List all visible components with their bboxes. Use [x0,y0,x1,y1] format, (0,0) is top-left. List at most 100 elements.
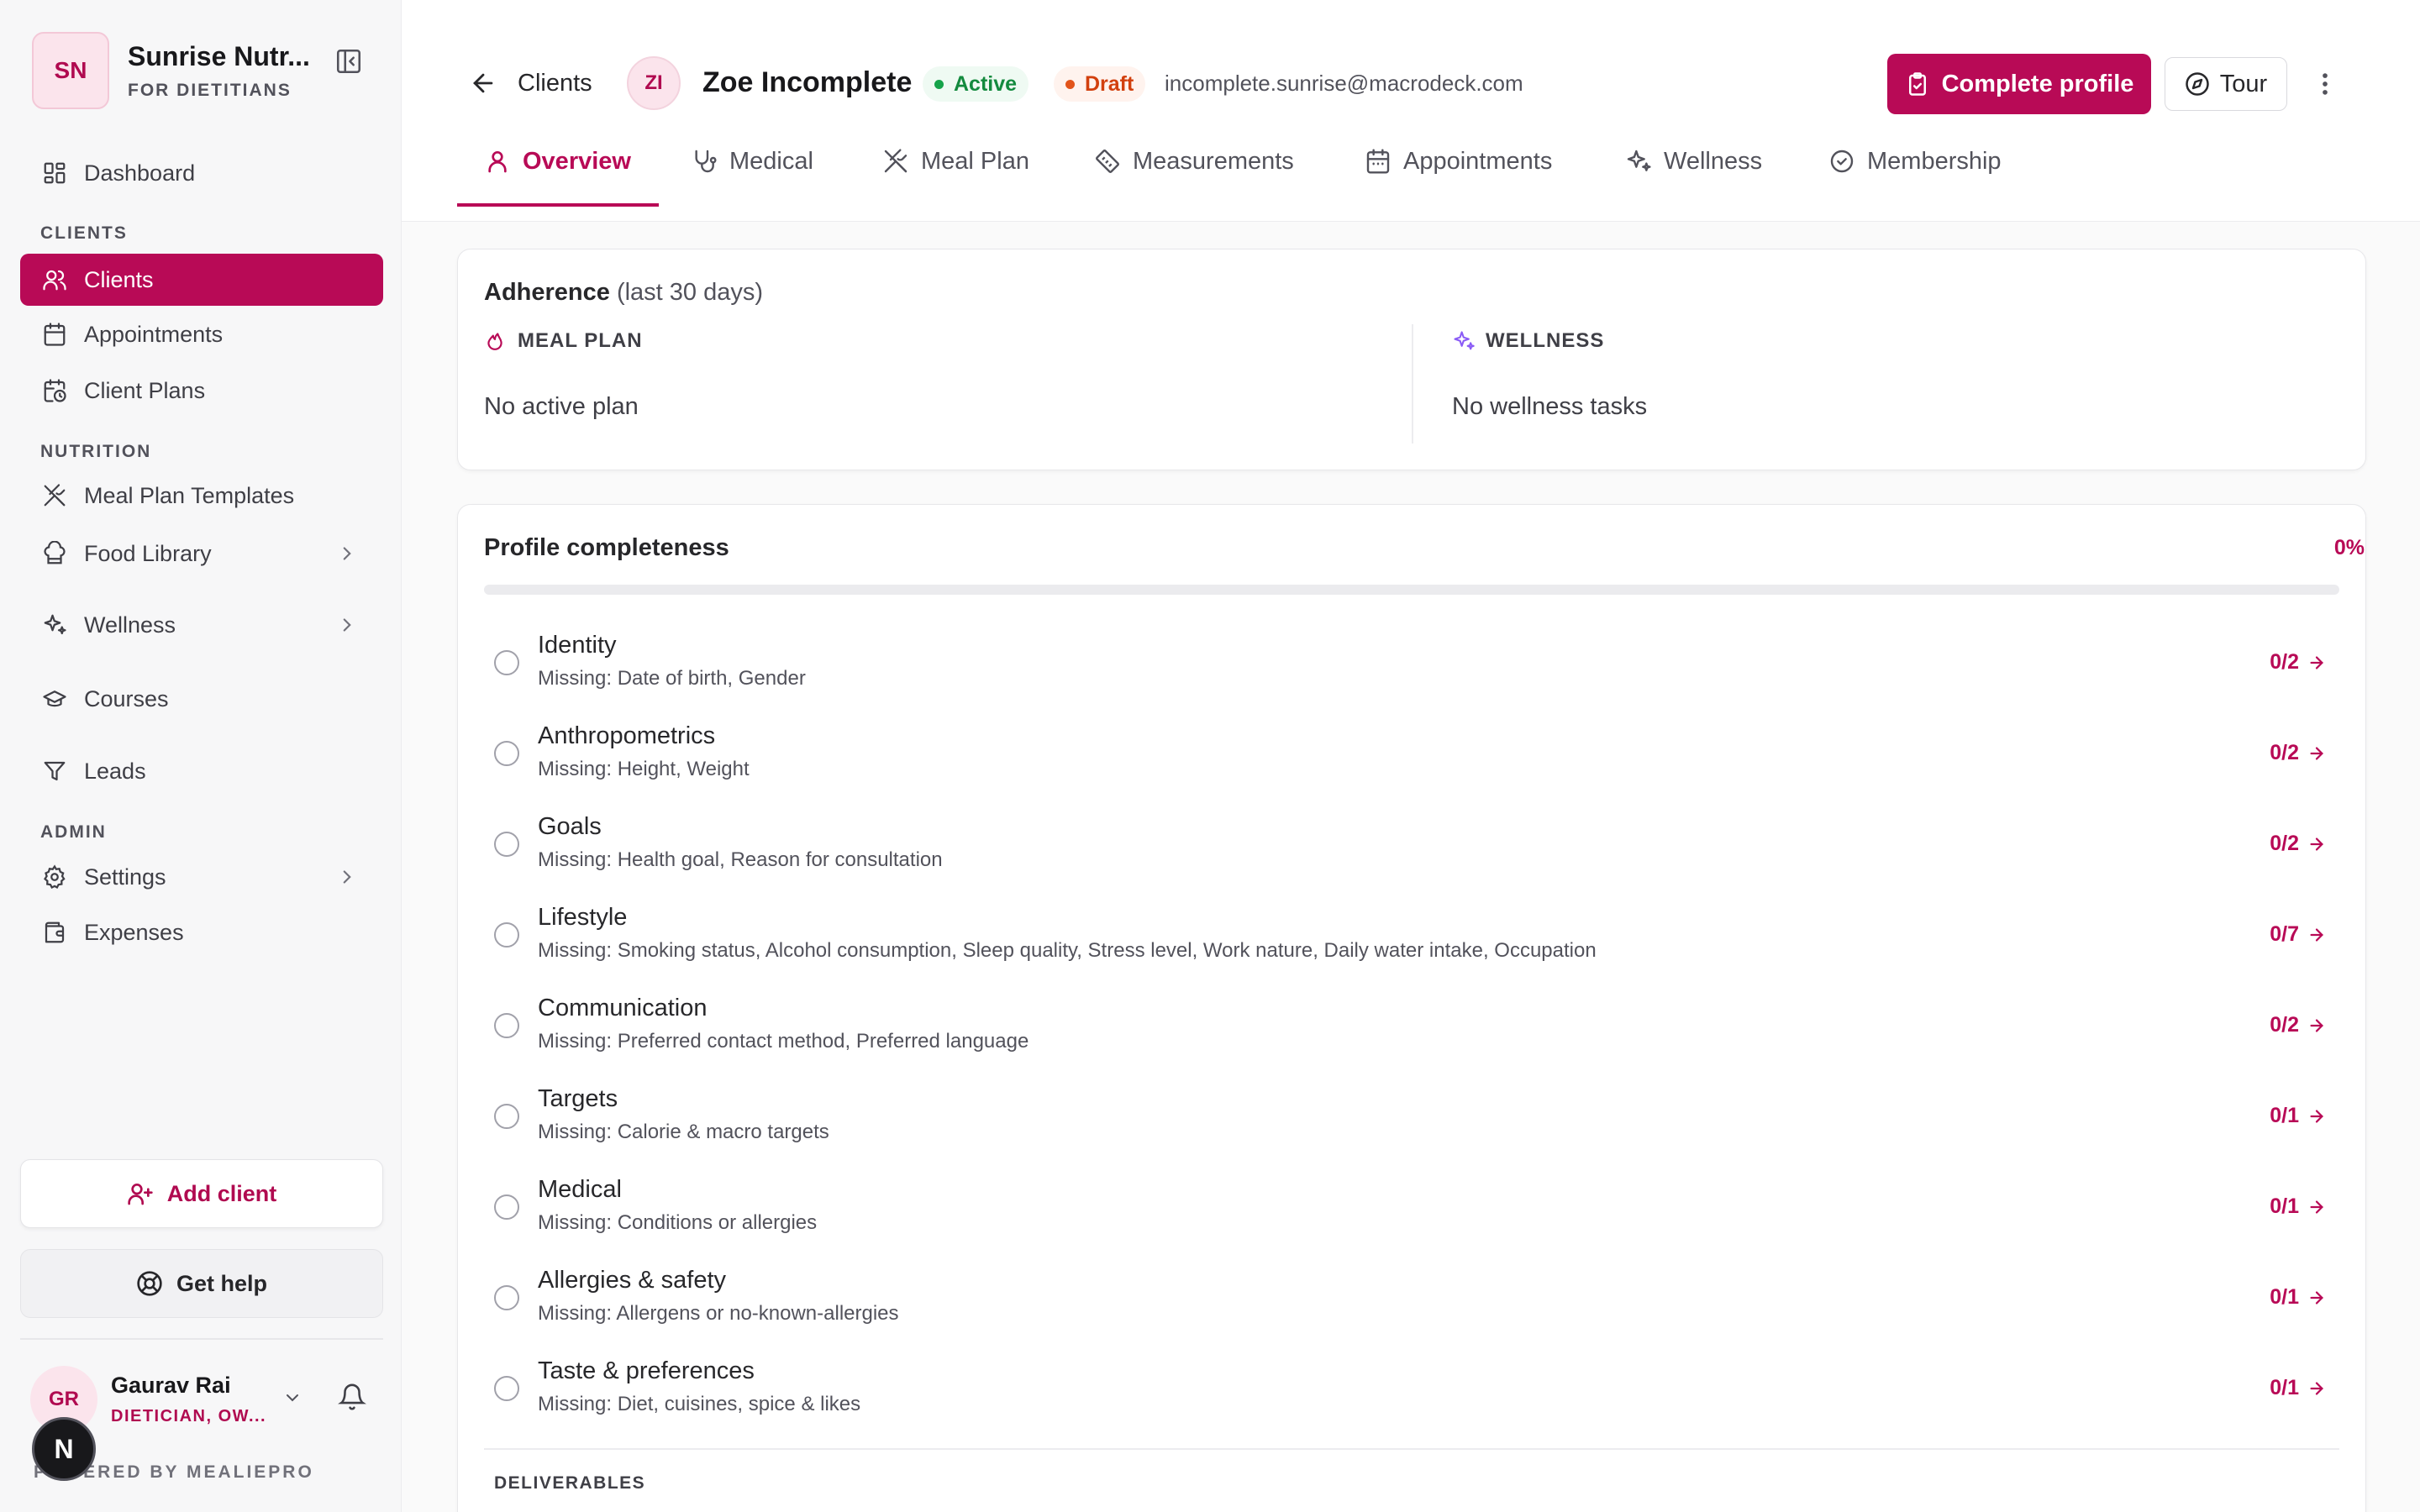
back-arrow-icon[interactable] [469,69,497,97]
tab-medical[interactable]: Medical [691,148,813,208]
adherence-title: Adherence (last 30 days) [484,279,763,307]
user-role: DIETICIAN, OW... [111,1407,267,1425]
adherence-divider [1412,324,1413,444]
completeness-row-count-text: 0/1 [2270,1376,2299,1399]
sidebar-item-client-plans[interactable]: Client Plans [20,365,383,417]
tab-overview[interactable]: Overview [484,148,631,208]
wellness-label: WELLNESS [1452,329,1604,353]
complete-profile-label: Complete profile [1941,70,2134,97]
dev-tools-badge[interactable]: N [32,1417,96,1481]
sidebar-item-dashboard[interactable]: Dashboard [20,147,383,199]
completeness-row[interactable]: Goals Missing: Health goal, Reason for co… [484,806,2339,897]
completeness-row-count[interactable]: 0/2 [2270,741,2326,765]
tab-wellness[interactable]: Wellness [1625,148,1762,208]
completeness-row[interactable]: Medical Missing: Conditions or allergies 0… [484,1169,2339,1260]
tab-label: Medical [729,148,813,175]
completeness-row[interactable]: Taste & preferences Missing: Diet, cuisin… [484,1351,2339,1441]
completeness-row-count[interactable]: 0/7 [2270,922,2326,947]
get-help-button[interactable]: Get help [20,1249,383,1318]
completeness-row-count[interactable]: 0/2 [2270,1013,2326,1037]
sidebar-item-settings[interactable]: Settings [20,851,383,903]
tab-label: Appointments [1403,148,1553,175]
completeness-row-missing: Missing: Conditions or allergies [538,1211,818,1234]
completeness-row[interactable]: Communication Missing: Preferred contact … [484,988,2339,1079]
sidebar-collapse-icon[interactable] [334,47,363,76]
completeness-row-title: Lifestyle [538,904,628,931]
completeness-row-missing: Missing: Diet, cuisines, spice & likes [538,1393,861,1415]
sparkles-icon [40,611,69,639]
tab-membership[interactable]: Membership [1828,148,2002,208]
completeness-row-title: Anthropometrics [538,722,716,749]
completeness-row-title: Medical [538,1176,622,1203]
more-vertical-icon[interactable] [2311,67,2339,101]
brand-name: Sunrise Nutr... [128,40,310,71]
tab-appointments[interactable]: Appointments [1365,148,1552,208]
completeness-row-missing: Missing: Date of birth, Gender [538,667,806,690]
completeness-row[interactable]: Targets Missing: Calorie & macro targets 0… [484,1079,2339,1169]
bell-icon[interactable] [338,1383,366,1411]
sidebar-item-meal-plan-templates[interactable]: Meal Plan Templates [20,470,383,522]
completeness-row-count[interactable]: 0/2 [2270,832,2326,856]
sidebar-item-expenses[interactable]: Expenses [20,906,383,958]
brand-subtitle: FOR DIETITIANS [128,80,292,100]
tab-meal-plan[interactable]: Meal Plan [882,148,1029,208]
sidebar-item-leads[interactable]: Leads [20,745,383,797]
sidebar-item-food-library[interactable]: Food Library [20,528,383,580]
status-circle-icon [494,741,519,766]
completeness-row-count[interactable]: 0/1 [2270,1285,2326,1310]
status-dot [934,79,944,89]
meal-plan-label-text: MEAL PLAN [518,329,643,352]
tab-measurements[interactable]: Measurements [1094,148,1294,208]
user-plus-icon [127,1180,154,1207]
sidebar-item-label: Dashboard [84,160,196,186]
sidebar-item-clients[interactable]: Clients [20,254,383,306]
completeness-row-title: Identity [538,632,617,659]
completeness-row-count[interactable]: 0/1 [2270,1194,2326,1219]
arrow-right-icon [2307,926,2326,944]
completeness-row-count-text: 0/1 [2270,1285,2299,1309]
add-client-button[interactable]: Add client [20,1159,383,1228]
sidebar-item-label: Client Plans [84,377,206,403]
stethoscope-icon [691,148,718,175]
completeness-row-count[interactable]: 0/2 [2270,650,2326,675]
status-circle-icon [494,1194,519,1220]
sidebar-item-courses[interactable]: Courses [20,673,383,725]
tour-button[interactable]: Tour [2165,57,2287,111]
compass-icon [2185,71,2210,97]
calendar-icon [40,320,69,349]
status-circle-icon [494,1285,519,1310]
arrow-right-icon [2307,1198,2326,1216]
add-client-label: Add client [166,1180,277,1206]
completeness-row[interactable]: Allergies & safety Missing: Allergens or … [484,1260,2339,1351]
completeness-row[interactable]: Identity Missing: Date of birth, Gender 0/… [484,625,2339,716]
complete-profile-button[interactable]: Complete profile [1887,54,2151,114]
completeness-row-count-text: 0/7 [2270,922,2299,946]
funnel-icon [40,757,69,785]
completeness-row-title: Communication [538,995,708,1021]
page-title: Zoe Incomplete [702,66,913,98]
adherence-period: (last 30 days) [616,279,764,306]
completeness-row-count[interactable]: 0/1 [2270,1376,2326,1400]
completeness-row[interactable]: Anthropometrics Missing: Height, Weight 0/… [484,716,2339,806]
adherence-title-text: Adherence [484,279,610,306]
users-icon [40,265,69,294]
completeness-row-title: Allergies & safety [538,1267,727,1294]
ruler-icon [1094,148,1121,175]
calendar-clock-icon [40,376,69,405]
breadcrumb[interactable]: Clients [518,70,592,97]
sidebar-item-label: Expenses [84,919,184,945]
completeness-row-count[interactable]: 0/1 [2270,1104,2326,1128]
chevron-down-icon[interactable] [282,1388,302,1408]
deliverables-label: DELIVERABLES [494,1473,646,1493]
completeness-row-count-text: 0/1 [2270,1194,2299,1218]
completeness-row-count-text: 0/2 [2270,741,2299,764]
gear-icon [40,863,69,891]
arrow-right-icon [2307,835,2326,853]
chevron-right-icon [336,543,358,564]
brand[interactable]: SN Sunrise Nutr... FOR DIETITIANS [32,32,310,109]
sidebar-item-wellness[interactable]: Wellness [20,599,383,651]
completeness-row-missing: Missing: Smoking status, Alcohol consump… [538,939,1597,962]
completeness-row[interactable]: Lifestyle Missing: Smoking status, Alcoho… [484,897,2339,988]
sidebar-item-appointments[interactable]: Appointments [20,308,383,360]
nav-section-nutrition: NUTRITION [40,442,152,461]
